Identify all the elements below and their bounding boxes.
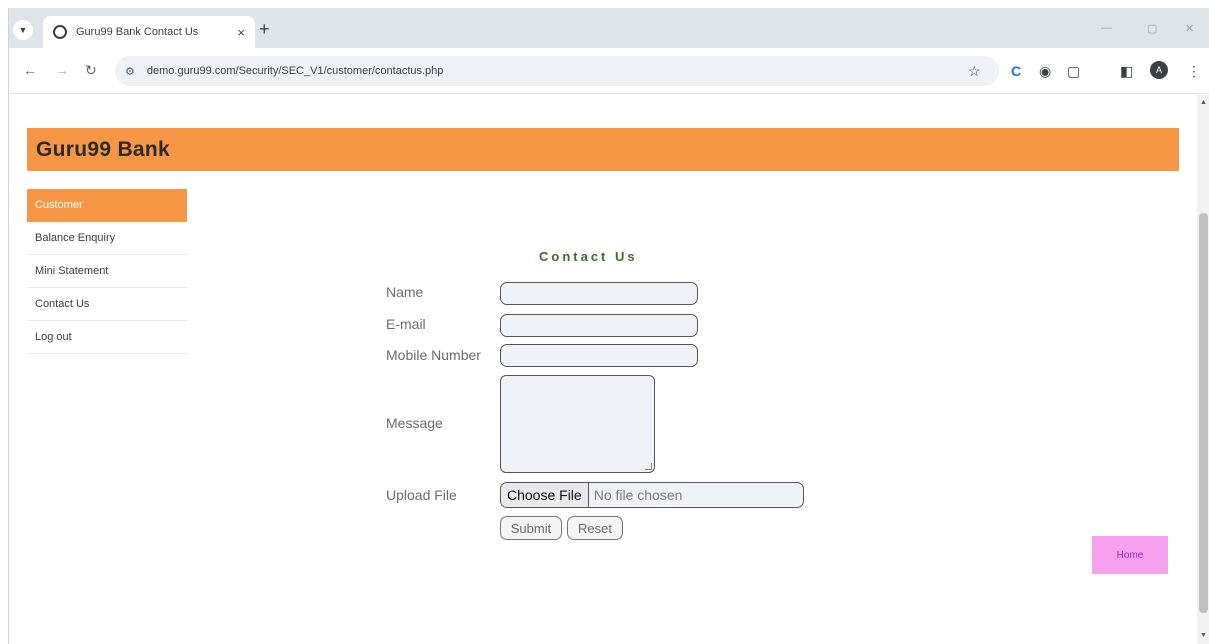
file-upload-input[interactable]: Choose File No file chosen xyxy=(500,482,804,508)
form-heading: Contact Us xyxy=(539,249,638,264)
side-menu: Customer Balance Enquiry Mini Statement … xyxy=(27,189,187,354)
reload-icon[interactable]: ↻ xyxy=(85,63,97,77)
menu-item-log-out[interactable]: Log out xyxy=(27,321,187,354)
window-close-icon[interactable]: ✕ xyxy=(1185,22,1194,35)
scroll-up-icon[interactable]: ▲ xyxy=(1197,99,1209,106)
home-link[interactable]: Home xyxy=(1092,536,1168,574)
minimize-icon[interactable]: — xyxy=(1101,22,1112,34)
site-info-icon[interactable]: ⚙ xyxy=(125,65,135,78)
submit-button[interactable]: Submit xyxy=(500,516,562,540)
message-label: Message xyxy=(386,415,443,431)
mobile-number-label: Mobile Number xyxy=(386,347,481,363)
new-tab-icon[interactable]: + xyxy=(259,20,270,38)
upload-file-label: Upload File xyxy=(386,487,457,503)
name-input[interactable] xyxy=(500,282,698,305)
address-bar[interactable]: ⚙ demo.guru99.com/Security/SEC_V1/custom… xyxy=(115,56,999,86)
page-scrollbar[interactable]: ▲ ▼ xyxy=(1197,95,1209,644)
forward-icon[interactable]: → xyxy=(55,63,69,77)
side-panel-icon[interactable]: ◧ xyxy=(1120,63,1133,79)
restore-icon[interactable]: ▢ xyxy=(1147,22,1157,35)
tab-search-icon[interactable]: ▼ xyxy=(13,20,33,40)
choose-file-button[interactable]: Choose File xyxy=(501,483,589,507)
bookmark-star-icon[interactable]: ☆ xyxy=(968,63,981,79)
email-input[interactable] xyxy=(500,314,698,337)
tab-strip: ▼ Guru99 Bank Contact Us × + — ▢ ✕ xyxy=(9,8,1209,48)
mobile-number-input[interactable] xyxy=(500,344,698,367)
tab-title: Guru99 Bank Contact Us xyxy=(76,26,199,38)
menu-item-contact-us[interactable]: Contact Us xyxy=(27,288,187,321)
more-menu-icon[interactable]: ⋮ xyxy=(1187,63,1201,79)
menu-item-mini-statement[interactable]: Mini Statement xyxy=(27,255,187,288)
menu-item-balance-enquiry[interactable]: Balance Enquiry xyxy=(27,222,187,255)
back-icon[interactable]: ← xyxy=(23,63,37,77)
email-label: E-mail xyxy=(386,316,426,332)
reset-button[interactable]: Reset xyxy=(567,516,623,540)
url-text: demo.guru99.com/Security/SEC_V1/customer… xyxy=(146,65,444,77)
site-title: Guru99 Bank xyxy=(36,137,171,161)
scroll-thumb[interactable] xyxy=(1199,213,1208,613)
tab-close-icon[interactable]: × xyxy=(237,25,245,40)
extensions-puzzle-icon[interactable]: ▢ xyxy=(1067,63,1080,79)
name-label: Name xyxy=(386,284,424,300)
browser-window: ▼ Guru99 Bank Contact Us × + — ▢ ✕ ← → ↻… xyxy=(8,8,1209,644)
browser-toolbar: ← → ↻ ⚙ demo.guru99.com/Security/SEC_V1/… xyxy=(9,48,1209,94)
menu-item-customer[interactable]: Customer xyxy=(27,189,187,222)
browser-tab[interactable]: Guru99 Bank Contact Us × xyxy=(43,16,255,48)
file-status-text: No file chosen xyxy=(593,487,683,503)
extension-c-icon[interactable]: C xyxy=(1011,63,1021,79)
favicon-icon xyxy=(53,25,67,39)
scroll-down-icon[interactable]: ▼ xyxy=(1197,632,1209,639)
extension-icon[interactable]: ◉ xyxy=(1039,63,1051,79)
message-textarea[interactable] xyxy=(500,375,655,473)
page-viewport: Guru99 Bank Customer Balance Enquiry Min… xyxy=(9,95,1197,644)
site-header: Guru99 Bank xyxy=(27,128,1179,171)
profile-avatar[interactable]: A xyxy=(1150,61,1168,79)
